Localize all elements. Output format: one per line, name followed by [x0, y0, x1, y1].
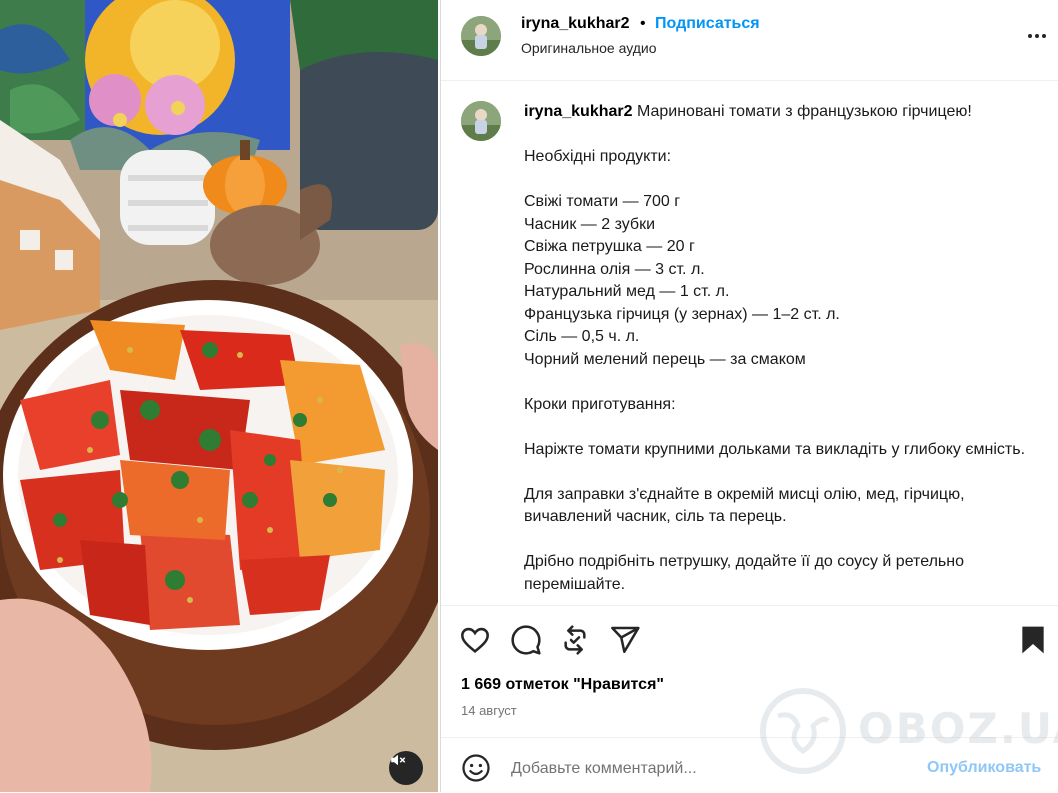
caption-username[interactable]: iryna_kukhar2: [524, 103, 633, 120]
likes-count[interactable]: 1 669 отметок "Нравится": [461, 676, 664, 694]
bookmark-icon: [1022, 626, 1044, 654]
comment-button[interactable]: [510, 624, 542, 656]
post-header: iryna_kukhar2 • Подписаться Оригинальное…: [441, 0, 1058, 81]
post-media[interactable]: [0, 0, 438, 792]
caption-area[interactable]: iryna_kukhar2 Мариновані томати з францу…: [441, 81, 1058, 605]
more-options-button[interactable]: [1025, 24, 1049, 48]
share-button[interactable]: [609, 624, 641, 656]
separator-dot: •: [640, 15, 646, 32]
more-horizontal-icon: [1028, 34, 1046, 38]
action-bar: 1 669 отметок "Нравится" 14 август: [441, 605, 1058, 738]
author-username[interactable]: iryna_kukhar2: [521, 15, 630, 33]
audio-link[interactable]: Оригинальное аудио: [521, 40, 657, 56]
comment-bar: Опубликовать: [441, 737, 1058, 793]
comment-input[interactable]: [509, 754, 893, 784]
follow-button[interactable]: Подписаться: [655, 15, 760, 33]
post-panel: iryna_kukhar2 • Подписаться Оригинальное…: [440, 0, 1058, 792]
comment-icon: [511, 625, 541, 655]
food-photo: [0, 0, 438, 792]
like-button[interactable]: [459, 624, 491, 656]
repost-button[interactable]: [559, 624, 591, 656]
caption-avatar[interactable]: [461, 101, 501, 141]
caption-text: iryna_kukhar2 Мариновані томати з францу…: [524, 101, 1039, 596]
avatar[interactable]: [461, 16, 501, 56]
caption-body: Необхідні продукти: Свіжі томати — 700 г…: [524, 148, 1026, 593]
heart-icon: [461, 627, 489, 653]
publish-button[interactable]: Опубликовать: [927, 759, 1041, 777]
mute-button[interactable]: [389, 751, 423, 785]
post-date[interactable]: 14 август: [461, 703, 517, 718]
emoji-button[interactable]: [461, 753, 491, 783]
emoji-icon: [462, 754, 490, 782]
caption-title: Мариновані томати з французькою гірчицею…: [636, 103, 972, 120]
save-button[interactable]: [1017, 624, 1049, 656]
repost-icon: [564, 625, 586, 655]
send-icon: [611, 626, 640, 653]
sound-off-icon: [391, 754, 406, 766]
